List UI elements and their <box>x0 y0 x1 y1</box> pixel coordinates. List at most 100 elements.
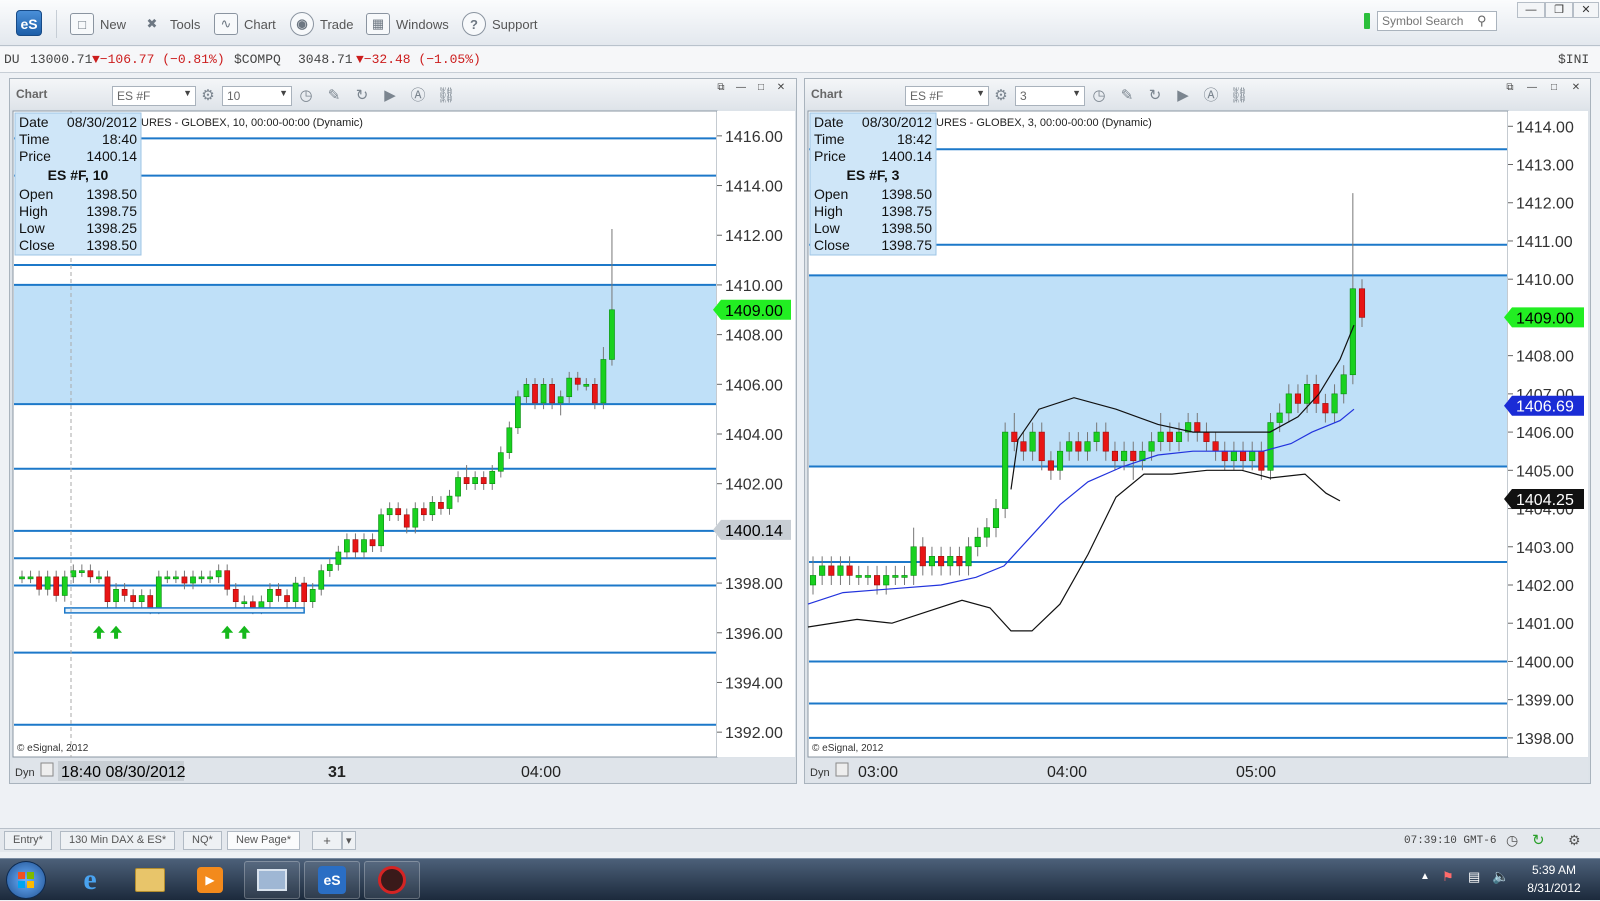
status-clock: 07:39:10 GMT-6 <box>1404 835 1497 847</box>
minimize-button[interactable]: — <box>1517 2 1545 18</box>
chart-canvas-left[interactable]: 1416.00 1414.00 1412.00 1410.00 1408.00 1406.… <box>10 109 796 783</box>
window-min-button[interactable]: — <box>732 81 750 95</box>
clock-icon[interactable]: ◷ <box>1089 87 1109 107</box>
new-button[interactable]: □ New <box>70 11 126 37</box>
interval-settings-icon[interactable]: ⚙ <box>991 87 1011 107</box>
tray-volume-icon[interactable]: 🔈 <box>1492 868 1509 885</box>
tray-date[interactable]: 8/31/2012 <box>1524 881 1584 895</box>
candle <box>1084 441 1091 452</box>
taskbar-remote-desktop[interactable] <box>244 861 300 899</box>
window-close-button[interactable]: ✕ <box>1567 81 1585 95</box>
taskbar-other-app[interactable] <box>364 861 420 899</box>
interval-combo[interactable]: 3 ▼ <box>1015 86 1085 106</box>
y-tick-label: 1406.00 <box>725 377 783 394</box>
add-tab-button[interactable]: + <box>312 831 342 850</box>
data-window-label: Open <box>814 186 848 202</box>
pencil-icon[interactable]: ✎ <box>324 87 344 107</box>
data-window-value: 1398.50 <box>86 186 137 202</box>
taskbar-explorer[interactable] <box>122 861 178 899</box>
search-icon[interactable]: ⚲ <box>1477 13 1487 29</box>
close-button[interactable]: ✕ <box>1573 2 1599 18</box>
candle <box>1093 431 1100 442</box>
candle <box>173 576 179 580</box>
link-icon[interactable]: ⛓ <box>1229 87 1249 107</box>
clock-icon[interactable]: ◷ <box>296 87 316 107</box>
window-max-button[interactable]: □ <box>752 81 770 95</box>
tray-expand-icon[interactable]: ▲ <box>1420 871 1430 882</box>
candle <box>566 377 573 398</box>
taskbar-media-player[interactable]: ▶ <box>182 861 238 899</box>
candle <box>532 384 538 404</box>
chart-canvas-right[interactable]: 1414.00 1413.00 1412.00 1411.00 1410.00 1409.… <box>805 109 1590 783</box>
data-window-label: Close <box>19 237 55 253</box>
candle <box>892 575 899 578</box>
cursor-time-tag: 18:40 08/30/2012 <box>61 764 186 781</box>
symbol-combo[interactable]: ES #F ▼ <box>905 86 989 106</box>
cycle-icon[interactable]: ↻ <box>1145 87 1165 107</box>
window-float-button[interactable]: ⧉ <box>712 81 730 95</box>
candle <box>78 570 85 573</box>
chart-header-text: URES - GLOBEX, 10, 00:00-00:00 (Dynamic) <box>141 117 363 129</box>
candle <box>147 595 154 609</box>
window-close-button[interactable]: ✕ <box>772 81 790 95</box>
ticker-dji-value: 13000.71 <box>30 52 93 67</box>
chart-button[interactable]: ∿ Chart <box>214 11 276 37</box>
tab-130-min-dax-es[interactable]: 130 Min DAX & ES* <box>60 831 176 850</box>
settings-icon[interactable]: ⚙ <box>1568 832 1581 849</box>
tray-network-icon[interactable]: ▤ <box>1468 869 1480 885</box>
ticker-compq-label[interactable]: $COMPQ <box>234 52 281 67</box>
tray-time[interactable]: 5:39 AM <box>1524 863 1584 877</box>
candle <box>215 570 222 578</box>
refresh-icon[interactable]: ↻ <box>1532 831 1545 849</box>
start-button[interactable] <box>6 861 46 899</box>
link-icon[interactable]: ⛓ <box>436 87 456 107</box>
window-float-button[interactable]: ⧉ <box>1501 81 1519 95</box>
pencil-icon[interactable]: ✎ <box>1117 87 1137 107</box>
data-window-value: 1398.50 <box>881 186 932 202</box>
support-button[interactable]: ? Support <box>462 11 538 37</box>
restore-button[interactable]: ❐ <box>1545 2 1573 18</box>
support-box <box>64 607 305 614</box>
page-tabs-bar: Entry* 130 Min DAX & ES* NQ* New Page* +… <box>0 828 1600 852</box>
data-window-label: Price <box>19 148 51 164</box>
clock-icon[interactable]: ◷ <box>1506 832 1518 849</box>
toolbar-separator <box>56 10 57 38</box>
candle <box>874 575 881 586</box>
tab-entry[interactable]: Entry* <box>4 831 52 850</box>
candle <box>1111 450 1118 462</box>
candle <box>1102 431 1109 452</box>
chevron-down-icon: ▼ <box>279 88 288 98</box>
y-tick-label: 1410.00 <box>1516 272 1574 289</box>
trade-button[interactable]: ◉ Trade <box>290 11 353 37</box>
candle <box>87 570 94 578</box>
x-tick-label: 03:00 <box>858 764 898 781</box>
alert-icon[interactable]: Ⓐ <box>408 87 428 107</box>
data-window-value: 1400.14 <box>881 148 932 164</box>
candle <box>1358 288 1366 318</box>
y-tick-label: 1411.00 <box>1516 234 1573 251</box>
tab-menu-button[interactable]: ▾ <box>342 831 356 850</box>
tray-flag-icon[interactable]: ⚑ <box>1442 869 1454 885</box>
symbol-combo[interactable]: ES #F ▼ <box>112 86 196 106</box>
taskbar-ie[interactable]: e <box>62 861 118 899</box>
ticker-dji-label[interactable]: DU <box>4 52 20 67</box>
tab-new-page[interactable]: New Page* <box>227 831 301 850</box>
tools-button[interactable]: ✖ Tools <box>140 11 201 37</box>
alert-icon[interactable]: Ⓐ <box>1201 87 1221 107</box>
ticker-right-label[interactable]: $INI <box>1558 52 1589 67</box>
play-icon[interactable]: ▶ <box>1173 87 1193 107</box>
windows-button[interactable]: ▦ Windows <box>366 11 449 37</box>
interval-settings-icon[interactable]: ⚙ <box>198 87 218 107</box>
interval-combo[interactable]: 10 ▼ <box>222 86 292 106</box>
cycle-icon[interactable]: ↻ <box>352 87 372 107</box>
last-price-tag: 1409.00 <box>725 303 783 320</box>
candle <box>864 575 871 578</box>
interval-value: 10 <box>227 89 241 103</box>
candle <box>318 570 325 590</box>
play-icon[interactable]: ▶ <box>380 87 400 107</box>
window-min-button[interactable]: — <box>1523 81 1541 95</box>
esignal-logo[interactable]: eS <box>16 10 42 36</box>
window-max-button[interactable]: □ <box>1545 81 1563 95</box>
tab-nq[interactable]: NQ* <box>183 831 222 850</box>
taskbar-esignal[interactable]: eS <box>304 861 360 899</box>
